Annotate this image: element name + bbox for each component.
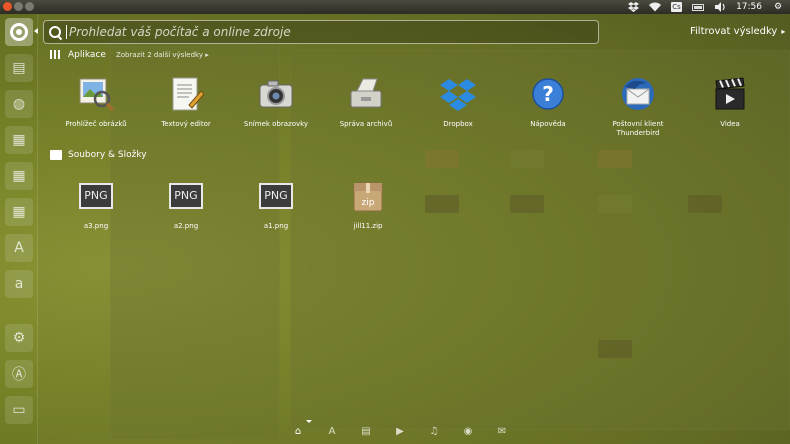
png-file-icon: PNG [256, 176, 296, 216]
launcher: ▤ ◍ ▦ ▦ ▦ A a ⚙ Ⓐ ▭ [0, 14, 38, 444]
video-clapper-icon [710, 74, 750, 114]
show-more-results-link[interactable]: Zobrazit 2 další výsledky ▸ [116, 51, 209, 59]
archive-manager-icon [346, 74, 386, 114]
file-label: jill11.zip [353, 222, 383, 230]
minimize-window-button[interactable] [14, 2, 23, 11]
app-label: Snímek obrazovky [243, 120, 309, 128]
file-tile[interactable]: PNG a1.png [232, 176, 320, 231]
active-lens-indicator-icon [306, 420, 312, 423]
music-lens-icon[interactable]: ♫ [426, 424, 442, 438]
settings-launcher-icon[interactable]: ⚙ [5, 324, 33, 352]
filter-results-label: Filtrovat výsledky [690, 26, 778, 37]
app-tile-videos[interactable]: Videa [686, 74, 774, 129]
dash-search-box[interactable] [43, 20, 599, 44]
app-label: Nápověda [530, 120, 566, 128]
app-tile-screenshot[interactable]: Snímek obrazovky [232, 74, 320, 129]
dash-home-button[interactable] [5, 18, 33, 46]
file-tile[interactable]: PNG a3.png [52, 176, 140, 231]
search-icon [48, 25, 62, 39]
wifi-icon[interactable] [649, 2, 662, 12]
window-controls [3, 2, 34, 11]
social-lens-icon[interactable]: ✉ [494, 424, 510, 438]
ubuntu-logo-icon [10, 23, 28, 41]
writer-launcher-icon[interactable]: ▦ [5, 126, 33, 154]
png-file-icon: PNG [76, 176, 116, 216]
software-center-launcher-icon[interactable]: A [5, 234, 33, 262]
home-lens-icon[interactable]: ⌂ [290, 424, 306, 438]
png-badge: PNG [259, 183, 293, 209]
thunderbird-icon [618, 74, 658, 114]
calc-launcher-icon[interactable]: ▦ [5, 198, 33, 226]
category-header-apps: Aplikace Zobrazit 2 další výsledky ▸ [50, 50, 209, 60]
update-manager-launcher-icon[interactable]: Ⓐ [5, 360, 33, 388]
text-cursor [66, 25, 67, 39]
maximize-window-button[interactable] [25, 2, 34, 11]
app-label: Videa [720, 120, 740, 128]
video-lens-icon[interactable]: ▶ [392, 424, 408, 438]
app-label: Správa archivů [339, 120, 393, 128]
files-lens-icon[interactable]: ▤ [358, 424, 374, 438]
writer-launcher-icon[interactable]: ▦ [5, 162, 33, 190]
dropbox-tray-icon[interactable] [627, 2, 639, 12]
png-badge: PNG [79, 183, 113, 209]
app-tile-help[interactable]: ? Nápověda [504, 74, 592, 129]
file-label: a3.png [83, 222, 109, 230]
session-gear-icon[interactable]: ⚙ [772, 2, 784, 12]
image-viewer-icon [76, 74, 116, 114]
file-label: a1.png [263, 222, 289, 230]
filter-results-toggle[interactable]: Filtrovat výsledky ▸ [690, 26, 785, 37]
app-label: Prohlížeč obrázků [65, 120, 127, 128]
category-title-files: Soubory & Složky [68, 150, 147, 160]
clock[interactable]: 17:56 [736, 2, 762, 12]
text-editor-icon [166, 74, 206, 114]
category-title-apps: Aplikace [68, 50, 106, 60]
zip-archive-icon: zip [348, 176, 388, 216]
applications-category-icon [50, 50, 62, 60]
category-header-files: Soubory & Složky [50, 150, 147, 160]
folder-category-icon [50, 150, 62, 160]
app-tile-dropbox[interactable]: Dropbox [414, 74, 502, 129]
top-panel: Cs 17:56 ⚙ [0, 0, 790, 14]
svg-text:?: ? [542, 82, 554, 106]
chevron-right-icon: ▸ [781, 27, 786, 36]
lens-bar: ⌂ A ▤ ▶ ♫ ◉ ✉ [290, 424, 510, 438]
png-badge: PNG [169, 183, 203, 209]
png-file-icon: PNG [166, 176, 206, 216]
app-tile-thunderbird[interactable]: Poštovní klient Thunderbird [594, 74, 682, 138]
search-input[interactable] [69, 25, 589, 39]
file-tile[interactable]: zip jill11.zip [324, 176, 412, 231]
app-tile-archive-manager[interactable]: Správa archivů [322, 74, 410, 129]
dropbox-icon [438, 74, 478, 114]
file-label: a2.png [173, 222, 199, 230]
firefox-launcher-icon[interactable]: ◍ [5, 90, 33, 118]
app-label: Dropbox [443, 120, 473, 128]
amazon-launcher-icon[interactable]: a [5, 270, 33, 298]
apps-lens-icon[interactable]: A [324, 424, 340, 438]
app-tile-text-editor[interactable]: Textový editor [142, 74, 230, 129]
zip-badge: zip [362, 198, 375, 208]
battery-icon[interactable] [692, 2, 705, 12]
launcher-active-arrow-icon [34, 28, 38, 34]
app-tile-image-viewer[interactable]: Prohlížeč obrázků [52, 74, 140, 129]
file-tile[interactable]: PNG a2.png [142, 176, 230, 231]
help-icon: ? [528, 74, 568, 114]
app-label: Textový editor [161, 120, 211, 128]
app-label: Poštovní klient Thunderbird [612, 120, 664, 137]
screenshot-camera-icon [256, 74, 296, 114]
close-window-button[interactable] [3, 2, 12, 11]
keyboard-layout-icon[interactable]: Cs [671, 2, 683, 12]
photo-lens-icon[interactable]: ◉ [460, 424, 476, 438]
terminal-launcher-icon[interactable]: ▭ [5, 396, 33, 424]
volume-icon[interactable] [714, 2, 726, 12]
files-launcher-icon[interactable]: ▤ [5, 54, 33, 82]
